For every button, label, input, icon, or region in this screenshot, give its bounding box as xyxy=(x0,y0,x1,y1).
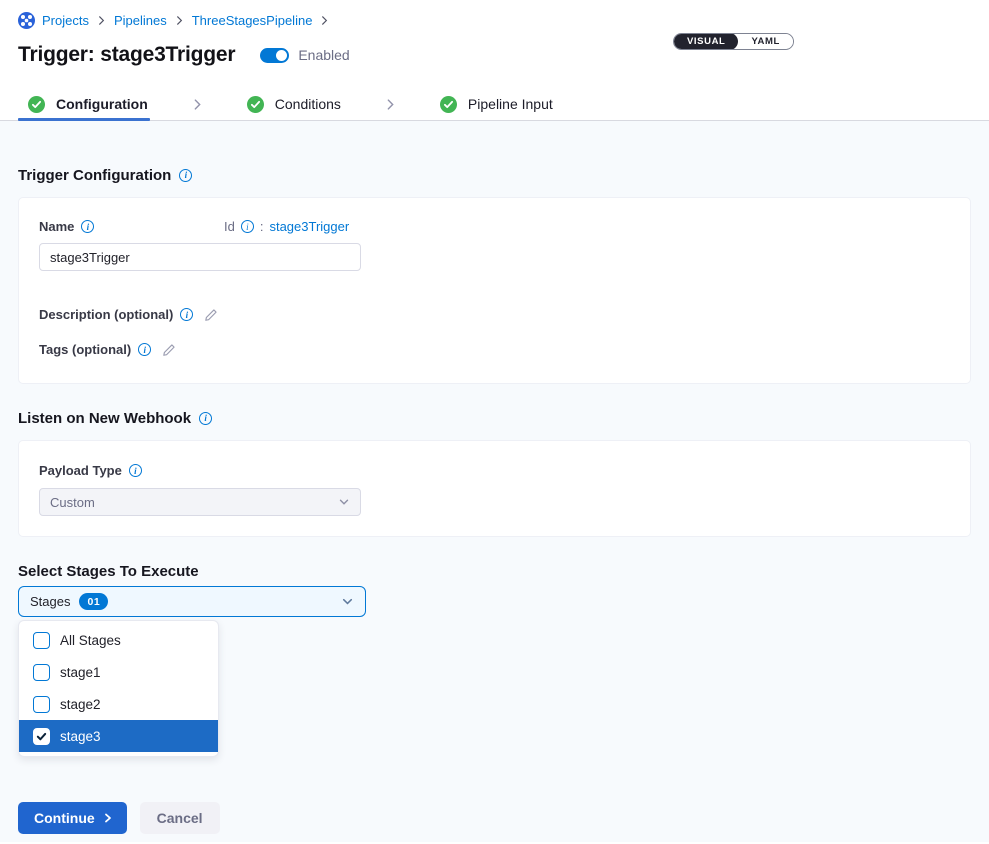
payload-type-select[interactable]: Custom xyxy=(39,488,361,516)
payload-type-value: Custom xyxy=(50,495,95,510)
stage-option-stage2[interactable]: stage2 xyxy=(19,688,218,720)
enabled-toggle[interactable] xyxy=(260,48,289,63)
main-content: Trigger Configuration i Name i Id i : st… xyxy=(0,121,989,842)
yaml-button[interactable]: YAML xyxy=(738,33,792,50)
select-stages-heading: Select Stages To Execute xyxy=(18,562,971,580)
breadcrumb-pipeline-name[interactable]: ThreeStagesPipeline xyxy=(192,13,313,28)
tags-label-text: Tags (optional) xyxy=(39,342,131,357)
continue-button[interactable]: Continue xyxy=(18,802,127,834)
title-row: Trigger: stage3Trigger Enabled xyxy=(18,42,971,68)
stage-option-stage3[interactable]: stage3 xyxy=(19,720,218,752)
checkbox-unchecked[interactable] xyxy=(33,664,50,681)
section-title-text: Listen on New Webhook xyxy=(18,410,191,427)
stages-count-badge: 01 xyxy=(79,593,108,610)
chevron-right-icon xyxy=(191,98,204,111)
info-icon[interactable]: i xyxy=(129,464,142,477)
id-label-text: Id xyxy=(224,219,235,234)
webhook-card: Payload Type i Custom xyxy=(18,440,971,537)
cancel-label: Cancel xyxy=(157,810,203,826)
trigger-configuration-heading: Trigger Configuration i xyxy=(18,166,971,184)
payload-type-label-text: Payload Type xyxy=(39,463,122,478)
toggle-knob xyxy=(276,50,287,61)
chevron-right-icon xyxy=(103,813,113,823)
chevron-right-icon xyxy=(319,15,330,26)
tab-conditions[interactable]: Conditions xyxy=(247,96,341,113)
tab-label: Configuration xyxy=(56,96,148,112)
stage-option-label: stage1 xyxy=(60,665,101,680)
check-circle-icon xyxy=(440,96,457,113)
tags-row: Tags (optional) i xyxy=(39,342,950,357)
trigger-id-row: Id i : stage3Trigger xyxy=(224,219,349,234)
info-icon[interactable]: i xyxy=(241,220,254,233)
continue-label: Continue xyxy=(34,810,95,826)
stage-option-label: stage2 xyxy=(60,697,101,712)
name-field-label: Name i xyxy=(39,219,224,234)
info-icon[interactable]: i xyxy=(138,343,151,356)
cancel-button[interactable]: Cancel xyxy=(140,802,220,834)
info-icon[interactable]: i xyxy=(179,169,192,182)
breadcrumb: Projects Pipelines ThreeStagesPipeline xyxy=(18,11,971,29)
chevron-right-icon xyxy=(384,98,397,111)
id-separator: : xyxy=(260,219,264,234)
info-icon[interactable]: i xyxy=(180,308,193,321)
checkbox-unchecked[interactable] xyxy=(33,632,50,649)
active-tab-underline xyxy=(18,118,150,121)
tab-pipeline-input[interactable]: Pipeline Input xyxy=(440,96,553,113)
check-circle-icon xyxy=(28,96,45,113)
payload-type-label: Payload Type i xyxy=(39,463,950,478)
visual-yaml-toggle: VISUAL YAML xyxy=(673,33,794,50)
trigger-configuration-card: Name i Id i : stage3Trigger Description … xyxy=(18,197,971,384)
stage-option-all-stages[interactable]: All Stages xyxy=(19,624,218,656)
section-title-text: Select Stages To Execute xyxy=(18,563,199,580)
edit-description-icon[interactable] xyxy=(204,308,218,322)
stages-select-label: Stages xyxy=(30,594,70,609)
enabled-label: Enabled xyxy=(298,47,349,63)
chevron-right-icon xyxy=(96,15,107,26)
checkbox-unchecked[interactable] xyxy=(33,696,50,713)
info-icon[interactable]: i xyxy=(81,220,94,233)
description-row: Description (optional) i xyxy=(39,307,950,322)
breadcrumb-pipelines[interactable]: Pipelines xyxy=(114,13,167,28)
check-circle-icon xyxy=(247,96,264,113)
stage-option-label: stage3 xyxy=(60,729,101,744)
stages-multiselect[interactable]: Stages 01 xyxy=(18,586,366,617)
chevron-right-icon xyxy=(174,15,185,26)
page-title: Trigger: stage3Trigger xyxy=(18,43,235,67)
wizard-tabs: Configuration Conditions Pipeline Input xyxy=(0,88,989,121)
harness-logo-icon xyxy=(18,12,35,29)
checkbox-checked[interactable] xyxy=(33,728,50,745)
tab-configuration[interactable]: Configuration xyxy=(28,96,148,113)
stages-dropdown-menu: All Stages stage1 stage2 stage3 xyxy=(18,620,219,757)
tab-label: Pipeline Input xyxy=(468,96,553,112)
tab-label: Conditions xyxy=(275,96,341,112)
edit-tags-icon[interactable] xyxy=(162,343,176,357)
page-header: Projects Pipelines ThreeStagesPipeline T… xyxy=(0,0,989,68)
chevron-down-icon xyxy=(338,496,350,508)
chevron-down-icon xyxy=(341,595,354,608)
info-icon[interactable]: i xyxy=(199,412,212,425)
name-input[interactable] xyxy=(39,243,361,271)
webhook-heading: Listen on New Webhook i xyxy=(18,409,971,427)
description-label-text: Description (optional) xyxy=(39,307,173,322)
breadcrumb-projects[interactable]: Projects xyxy=(42,13,89,28)
footer-actions: Continue Cancel xyxy=(18,802,971,834)
stage-option-label: All Stages xyxy=(60,633,121,648)
visual-button[interactable]: VISUAL xyxy=(674,33,738,50)
trigger-id-value[interactable]: stage3Trigger xyxy=(269,219,349,234)
section-title-text: Trigger Configuration xyxy=(18,167,171,184)
name-label-text: Name xyxy=(39,219,74,234)
stage-option-stage1[interactable]: stage1 xyxy=(19,656,218,688)
